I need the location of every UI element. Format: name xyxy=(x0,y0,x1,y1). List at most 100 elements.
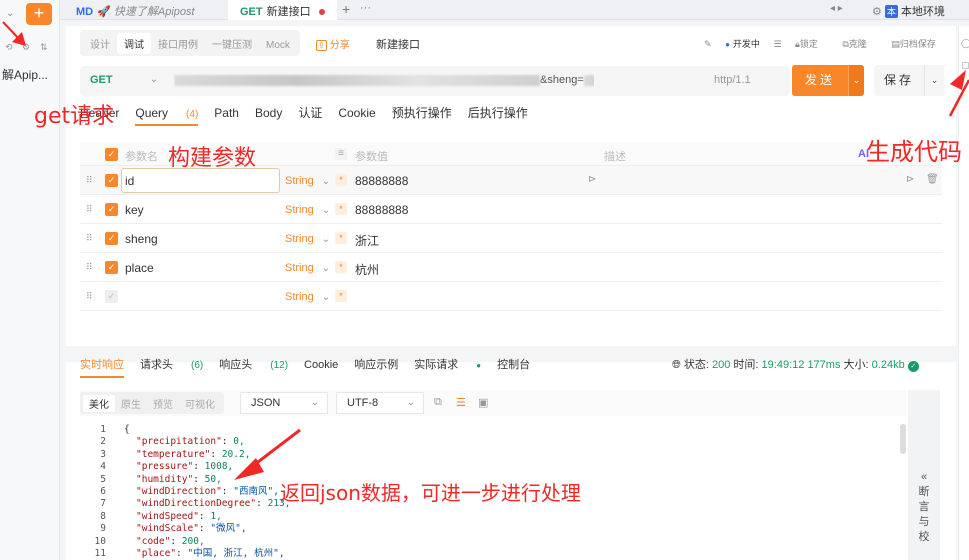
encoding-select[interactable]: UTF-8 ⌄ xyxy=(336,392,424,414)
tab-nav-arrows[interactable]: ◂ ▸ xyxy=(830,3,843,14)
drag-handle-icon[interactable]: ⠿ xyxy=(86,291,93,302)
required-icon[interactable]: * xyxy=(335,203,347,215)
row-checkbox[interactable]: ✓ xyxy=(105,232,118,245)
param-type-select[interactable]: String ⌄ xyxy=(285,175,330,187)
drag-handle-icon[interactable]: ⠿ xyxy=(86,262,93,273)
tab-live-response[interactable]: 实时响应 xyxy=(80,356,124,378)
mode-mock[interactable]: Mock xyxy=(259,37,297,54)
save-icon[interactable]: ▣ xyxy=(478,396,488,409)
project-tree-item[interactable]: 解Apip... xyxy=(2,66,48,83)
required-icon[interactable]: * xyxy=(335,174,347,186)
param-value[interactable]: 杭州 xyxy=(355,261,379,278)
tab-cookie[interactable]: Cookie xyxy=(338,106,375,120)
tab-pre-script[interactable]: 预执行操作 xyxy=(392,104,452,121)
method-select[interactable]: GET ⌄ xyxy=(80,66,166,96)
time-label: 时间: xyxy=(733,359,759,371)
send-options-button[interactable]: ⌄ xyxy=(848,65,864,96)
code-gen-icon[interactable]: ◯ xyxy=(961,38,969,49)
url-input[interactable]: &sheng= xyxy=(174,74,594,88)
settings-icon[interactable]: ⚙ xyxy=(22,42,30,53)
mode-debug[interactable]: 调试 xyxy=(117,33,151,54)
doc-icon[interactable]: ▢ xyxy=(961,60,969,71)
copy-icon[interactable]: ⊳ xyxy=(906,174,914,185)
tab-response-headers-label: 响应头 xyxy=(219,359,253,371)
param-type-select[interactable]: String ⌄ xyxy=(285,204,330,216)
clone-button[interactable]: ⧉克隆 xyxy=(842,39,877,49)
tab-actual-request[interactable]: 实际请求 ● xyxy=(414,356,481,372)
protocol-select[interactable]: http/1.1 xyxy=(714,74,751,86)
required-icon[interactable]: * xyxy=(335,290,347,302)
view-visual[interactable]: 可视化 xyxy=(179,395,221,412)
table-row: ⠿ ✓ key String ⌄ * 88888888 xyxy=(80,195,942,224)
param-type: String xyxy=(285,204,314,216)
row-checkbox[interactable]: ✓ xyxy=(105,203,118,216)
drag-handle-icon[interactable]: ⠿ xyxy=(86,233,93,244)
row-checkbox[interactable]: ✓ xyxy=(105,261,118,274)
drag-handle-icon[interactable]: ⠿ xyxy=(86,204,93,215)
environment-select[interactable]: ⚙ 本本地环境 xyxy=(872,3,945,19)
param-value[interactable]: 88888888 xyxy=(355,203,408,217)
line-number: 1 xyxy=(100,424,106,435)
row-checkbox[interactable]: ✓ xyxy=(105,174,118,187)
tab-auth[interactable]: 认证 xyxy=(298,104,322,121)
param-name[interactable]: place xyxy=(125,261,154,275)
api-name-input[interactable]: 新建接口 xyxy=(376,36,420,52)
drag-handle-icon[interactable]: ⠿ xyxy=(86,175,93,186)
format-icon[interactable]: ☰ xyxy=(456,396,466,409)
trash-icon[interactable]: 🗑︎ xyxy=(926,174,939,185)
tab-body[interactable]: Body xyxy=(255,106,282,120)
param-type-select[interactable]: String ⌄ xyxy=(285,233,330,245)
add-button[interactable]: + xyxy=(26,3,52,25)
view-preview[interactable]: 预览 xyxy=(147,395,179,412)
param-type-select[interactable]: String ⌄ xyxy=(285,291,330,303)
param-value[interactable]: 浙江 xyxy=(355,232,379,249)
mode-design[interactable]: 设计 xyxy=(83,33,117,54)
tab-request-headers[interactable]: 请求头 (6) xyxy=(140,356,203,372)
list-icon[interactable]: ☰ xyxy=(773,39,781,49)
required-icon[interactable]: * xyxy=(335,232,347,244)
more-tabs-button[interactable]: ··· xyxy=(360,2,371,14)
send-button[interactable]: 发送 xyxy=(792,65,848,96)
status-select[interactable]: 开发中 xyxy=(725,39,760,49)
new-tab-button[interactable]: + xyxy=(342,1,350,17)
save-options-button[interactable]: ⌄ xyxy=(924,65,944,96)
chevron-down-icon[interactable]: ⌄ xyxy=(6,8,14,19)
copy-icon[interactable]: ⧉ xyxy=(434,396,442,409)
bulk-edit-icon[interactable]: ≡ xyxy=(335,148,347,160)
mode-cases[interactable]: 接口用例 xyxy=(151,33,205,54)
tab-path[interactable]: Path xyxy=(214,106,239,120)
share-icon: ⇪ xyxy=(316,40,327,51)
refresh-icon[interactable]: ⟲ xyxy=(5,42,13,53)
archive-button[interactable]: ▤归档保存 xyxy=(891,39,947,49)
select-all-checkbox[interactable]: ✓ xyxy=(105,148,118,161)
tab-doc[interactable]: MD 🚀 快速了解Apipost xyxy=(76,3,195,19)
tab-query[interactable]: Query (4) xyxy=(135,106,199,126)
format-select[interactable]: JSON ⌄ xyxy=(240,392,328,414)
tab-post-script[interactable]: 后执行操作 xyxy=(468,104,528,121)
mock-icon[interactable]: ⊳ xyxy=(588,174,596,185)
param-value[interactable]: 88888888 xyxy=(355,174,408,188)
param-type-select[interactable]: String ⌄ xyxy=(285,262,330,274)
sort-icon[interactable]: ⇅ xyxy=(40,42,48,53)
save-button[interactable]: 保存 xyxy=(874,65,924,96)
param-name[interactable]: sheng xyxy=(125,232,158,246)
tab-actual-request-label: 实际请求 xyxy=(414,359,459,371)
tab-response-headers[interactable]: 响应头 (12) xyxy=(219,356,288,372)
required-icon[interactable]: * xyxy=(335,261,347,273)
view-raw[interactable]: 原生 xyxy=(115,395,147,412)
param-name[interactable]: key xyxy=(125,203,144,217)
lock-button[interactable]: 🔒︎锁定 xyxy=(795,39,829,49)
brush-icon[interactable]: ✎ xyxy=(704,39,712,49)
row-checkbox[interactable]: ✓ xyxy=(105,290,118,303)
share-button[interactable]: ⇪ 分享 xyxy=(316,36,350,51)
chevron-down-icon: ⌄ xyxy=(149,74,158,85)
param-name[interactable]: id xyxy=(125,174,134,188)
assertion-panel-toggle[interactable]: « 断言与校 xyxy=(908,390,940,560)
mode-load-test[interactable]: 一键压测 xyxy=(205,33,259,54)
tab-response-cookie[interactable]: Cookie xyxy=(304,359,338,371)
view-pretty[interactable]: 美化 xyxy=(83,395,115,412)
tab-new-api[interactable]: GET 新建接口 xyxy=(228,0,337,20)
code-scrollbar[interactable] xyxy=(900,424,906,454)
tab-response-example[interactable]: 响应示例 xyxy=(354,356,398,372)
tab-console[interactable]: 控制台 xyxy=(497,356,530,372)
